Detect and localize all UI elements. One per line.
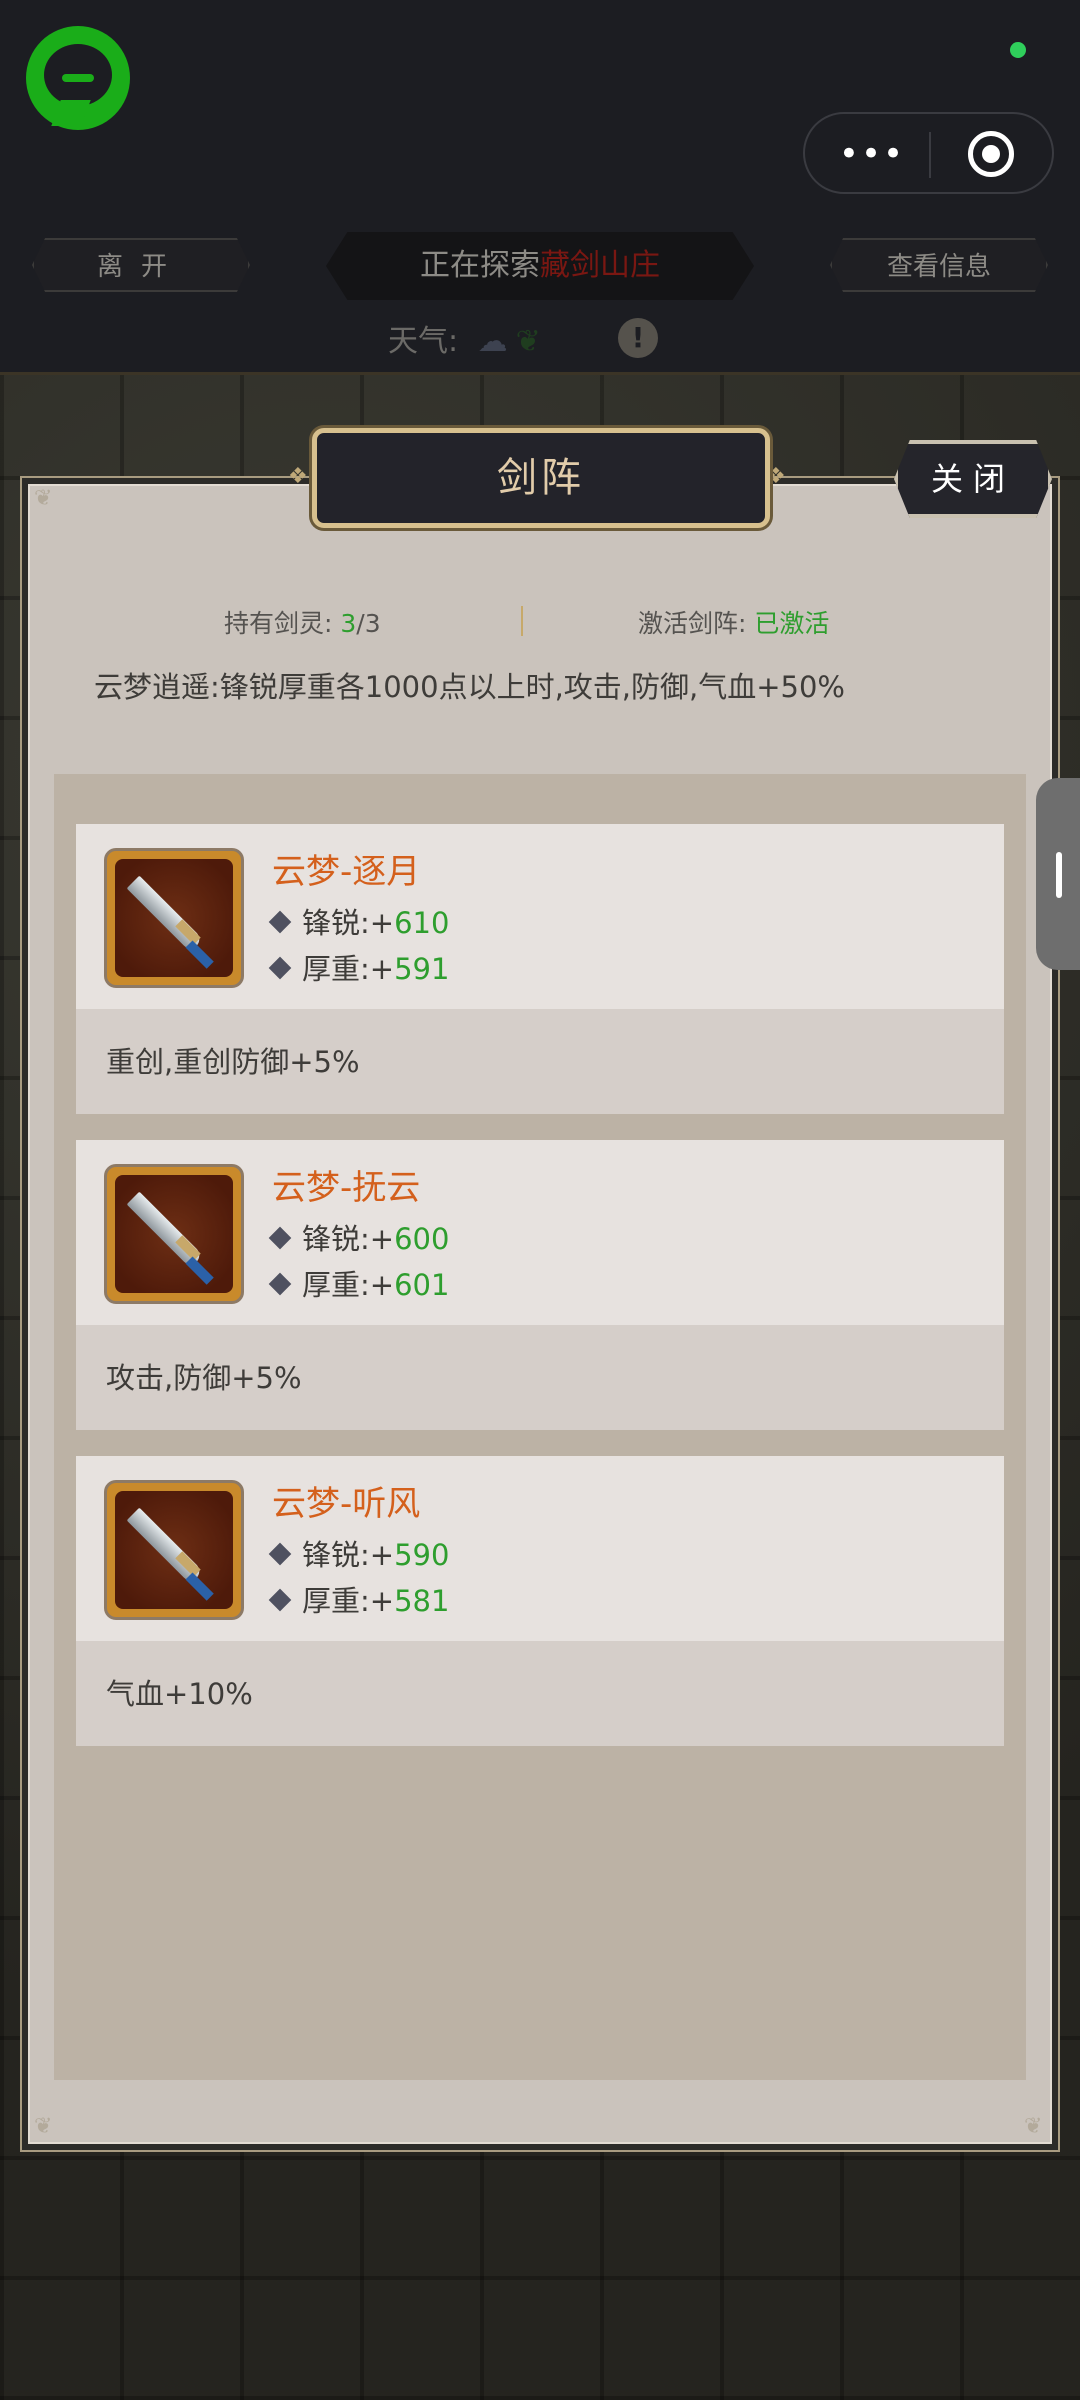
diamond-bullet-icon	[268, 1272, 292, 1296]
corner-ornament-icon: ❦	[34, 2114, 53, 2139]
explore-place: 藏剑山庄	[540, 248, 660, 283]
leave-button[interactable]: 离开	[32, 238, 250, 292]
explore-prefix: 正在探索	[420, 248, 540, 283]
weather-row: 天气: ☁ ❦	[388, 316, 541, 360]
corner-ornament-icon: ❦	[34, 486, 53, 511]
side-drawer-handle[interactable]	[1036, 778, 1080, 970]
held-spirits-label: 持有剑灵:	[224, 609, 333, 638]
view-info-button[interactable]: 查看信息	[830, 238, 1048, 292]
sword-effect: 气血+10%	[106, 1677, 253, 1711]
more-menu-button[interactable]: •••	[837, 132, 907, 176]
top-bar: ••• 离开 正在探索藏剑山庄 查看信息 天气: ☁ ❦ !	[0, 0, 1080, 375]
held-spirits-current: 3	[340, 609, 357, 638]
sharpness-attr: 锋锐:+590	[268, 1532, 449, 1574]
close-button[interactable]: 关闭	[894, 440, 1052, 518]
sharpness-attr: 锋锐:+610	[268, 900, 449, 942]
cloud-weather-icon: ☁	[477, 324, 508, 359]
array-activation: 激活剑阵: 已激活	[638, 604, 829, 640]
sword-name: 云梦-逐月	[272, 852, 421, 892]
weight-attr: 厚重:+601	[268, 1262, 449, 1304]
wechat-logo-icon	[26, 26, 130, 130]
array-bonus-text: 云梦逍遥:锋锐厚重各1000点以上时,攻击,防御,气血+50%	[94, 670, 845, 704]
array-activation-value: 已激活	[754, 609, 830, 638]
stats-divider	[521, 606, 523, 636]
weather-label: 天气:	[388, 324, 459, 359]
weight-attr: 厚重:+591	[268, 946, 449, 988]
sword-effect: 攻击,防御+5%	[106, 1361, 302, 1395]
title-ornament-icon: ❖	[766, 464, 786, 489]
status-dot	[1010, 42, 1026, 58]
sword-card[interactable]: 云梦-逐月 锋锐:+610 厚重:+591 重创,重创防御+5%	[76, 824, 1004, 1114]
corner-ornament-icon: ❦	[1024, 2114, 1043, 2139]
diamond-bullet-icon	[268, 910, 292, 934]
sword-icon	[104, 1164, 244, 1304]
alert-icon[interactable]: !	[618, 318, 658, 358]
sword-effect: 重创,重创防御+5%	[106, 1045, 360, 1079]
sword-name: 云梦-听风	[272, 1484, 421, 1524]
held-spirits-total: /3	[356, 609, 381, 638]
sword-name: 云梦-抚云	[272, 1168, 421, 1208]
sword-icon	[104, 1480, 244, 1620]
leaf-weather-icon: ❦	[515, 324, 541, 359]
explore-status: 正在探索藏剑山庄	[326, 232, 754, 300]
sword-icon	[104, 848, 244, 988]
sharpness-attr: 锋锐:+600	[268, 1216, 449, 1258]
sword-card[interactable]: 云梦-抚云 锋锐:+600 厚重:+601 攻击,防御+5%	[76, 1140, 1004, 1430]
sword-card[interactable]: 云梦-听风 锋锐:+590 厚重:+581 气血+10%	[76, 1456, 1004, 1746]
array-activation-label: 激活剑阵:	[638, 609, 747, 638]
panel-title: 剑阵	[312, 428, 770, 528]
diamond-bullet-icon	[268, 1542, 292, 1566]
diamond-bullet-icon	[268, 1226, 292, 1250]
diamond-bullet-icon	[268, 1588, 292, 1612]
diamond-bullet-icon	[268, 956, 292, 980]
capsule-divider	[929, 132, 931, 178]
mini-program-capsule: •••	[803, 112, 1054, 194]
held-spirits: 持有剑灵: 3/3	[224, 604, 381, 640]
weight-attr: 厚重:+581	[268, 1578, 449, 1620]
close-program-button[interactable]	[968, 131, 1014, 177]
